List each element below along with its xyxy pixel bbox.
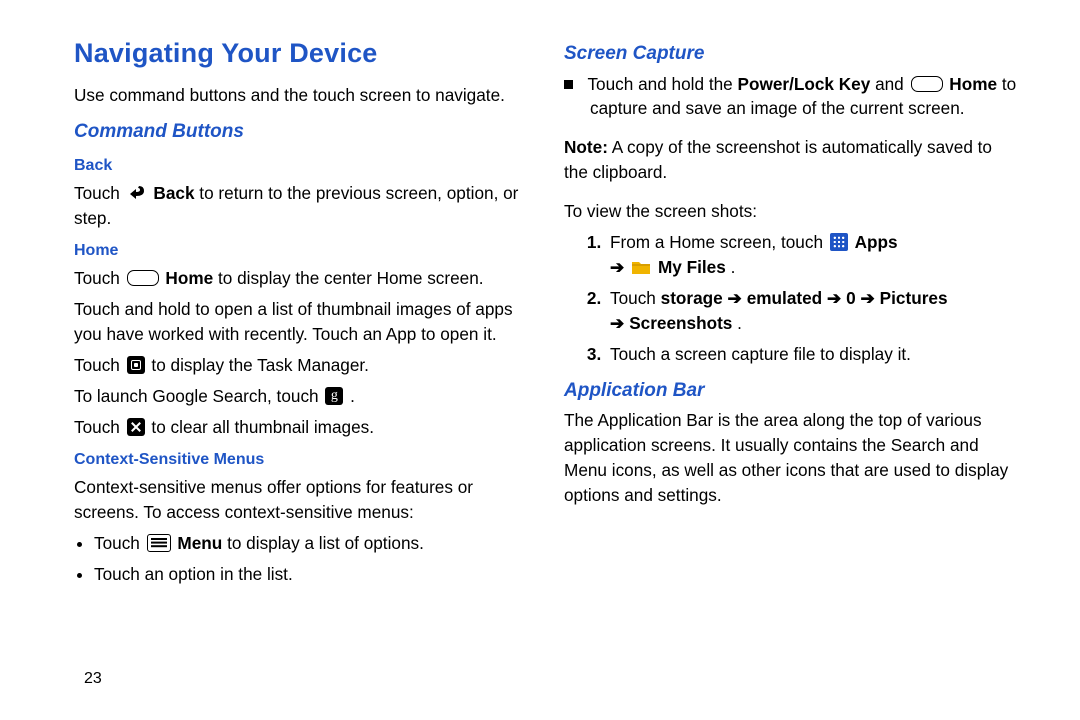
back-desc: Touch Back to return to the previous scr… [74, 181, 530, 231]
screen-capture-step: Touch and hold the Power/Lock Key and Ho… [564, 72, 1020, 122]
subhead-context-menus: Context-Sensitive Menus [74, 448, 530, 471]
arrow-icon: ➔ [728, 288, 747, 308]
text: . [737, 313, 742, 333]
home-google: To launch Google Search, touch . [74, 384, 530, 409]
list-item: Touch a screen capture file to display i… [606, 342, 1020, 367]
back-label: Back [153, 183, 194, 203]
google-search-icon [325, 387, 343, 405]
home-label: Home [949, 74, 997, 94]
page-title: Navigating Your Device [74, 34, 530, 73]
text: Touch [74, 417, 125, 437]
folder-icon [631, 260, 651, 275]
section-command-buttons: Command Buttons [74, 118, 530, 146]
myfiles-label: My Files [658, 257, 726, 277]
path-screenshots: Screenshots [629, 313, 732, 333]
home-label: Home [165, 268, 213, 288]
text: Touch [74, 268, 125, 288]
back-icon [127, 182, 147, 202]
list-item: From a Home screen, touch Apps ➔ My File… [606, 230, 1020, 280]
path-storage: storage [661, 288, 723, 308]
list-item: Touch storage ➔ emulated ➔ 0 ➔ Pictures … [606, 286, 1020, 336]
intro-text: Use command buttons and the touch screen… [74, 83, 530, 108]
path-zero: 0 [846, 288, 856, 308]
text: and [875, 74, 908, 94]
menu-label: Menu [177, 533, 222, 553]
text: Touch [610, 288, 661, 308]
view-steps: From a Home screen, touch Apps ➔ My File… [564, 230, 1020, 367]
text: From a Home screen, touch [610, 232, 828, 252]
manual-page: Navigating Your Device Use command butto… [0, 0, 1080, 720]
text: to clear all thumbnail images. [151, 417, 374, 437]
apps-grid-icon [830, 233, 848, 251]
section-application-bar: Application Bar [564, 377, 1020, 405]
subhead-back: Back [74, 154, 530, 177]
home-icon [127, 270, 159, 286]
arrow-icon: ➔ [860, 288, 879, 308]
note-text: A copy of the screenshot is automaticall… [564, 137, 992, 182]
square-bullet-icon [564, 80, 573, 89]
context-desc: Context-sensitive menus offer options fo… [74, 475, 530, 525]
text: Touch [94, 533, 145, 553]
arrow-icon: ➔ [610, 313, 629, 333]
power-lock-label: Power/Lock Key [738, 74, 871, 94]
menu-icon [147, 534, 171, 552]
note-label: Note: [564, 137, 608, 157]
application-bar-desc: The Application Bar is the area along th… [564, 408, 1020, 508]
arrow-icon: ➔ [827, 288, 846, 308]
path-emulated: emulated [747, 288, 822, 308]
text: to display a list of options. [227, 533, 424, 553]
home-task: Touch to display the Task Manager. [74, 353, 530, 378]
arrow-icon: ➔ [610, 257, 629, 277]
home-desc-2: Touch and hold to open a list of thumbna… [74, 297, 530, 347]
note-block: Note: A copy of the screenshot is automa… [564, 135, 1020, 185]
text: to display the center Home screen. [218, 268, 484, 288]
page-number: 23 [84, 670, 102, 688]
list-item: Touch Menu to display a list of options. [94, 531, 530, 556]
subhead-home: Home [74, 239, 530, 262]
apps-label: Apps [855, 232, 898, 252]
path-pictures: Pictures [880, 288, 948, 308]
text: To launch Google Search, touch [74, 386, 323, 406]
clear-thumbnails-icon [127, 418, 145, 436]
context-steps: Touch Menu to display a list of options.… [74, 531, 530, 587]
right-column: Screen Capture Touch and hold the Power/… [564, 34, 1020, 700]
home-icon [911, 76, 943, 92]
home-clear: Touch to clear all thumbnail images. [74, 415, 530, 440]
list-item: Touch an option in the list. [94, 562, 530, 587]
section-screen-capture: Screen Capture [564, 40, 1020, 68]
text: . [350, 386, 355, 406]
text: . [731, 257, 736, 277]
left-column: Navigating Your Device Use command butto… [74, 34, 530, 700]
text: to display the Task Manager. [151, 355, 369, 375]
view-lead: To view the screen shots: [564, 199, 1020, 224]
text: Touch [74, 183, 125, 203]
home-desc-1: Touch Home to display the center Home sc… [74, 266, 530, 291]
task-manager-icon [127, 356, 145, 374]
text: Touch and hold the [587, 74, 737, 94]
text: Touch [74, 355, 125, 375]
